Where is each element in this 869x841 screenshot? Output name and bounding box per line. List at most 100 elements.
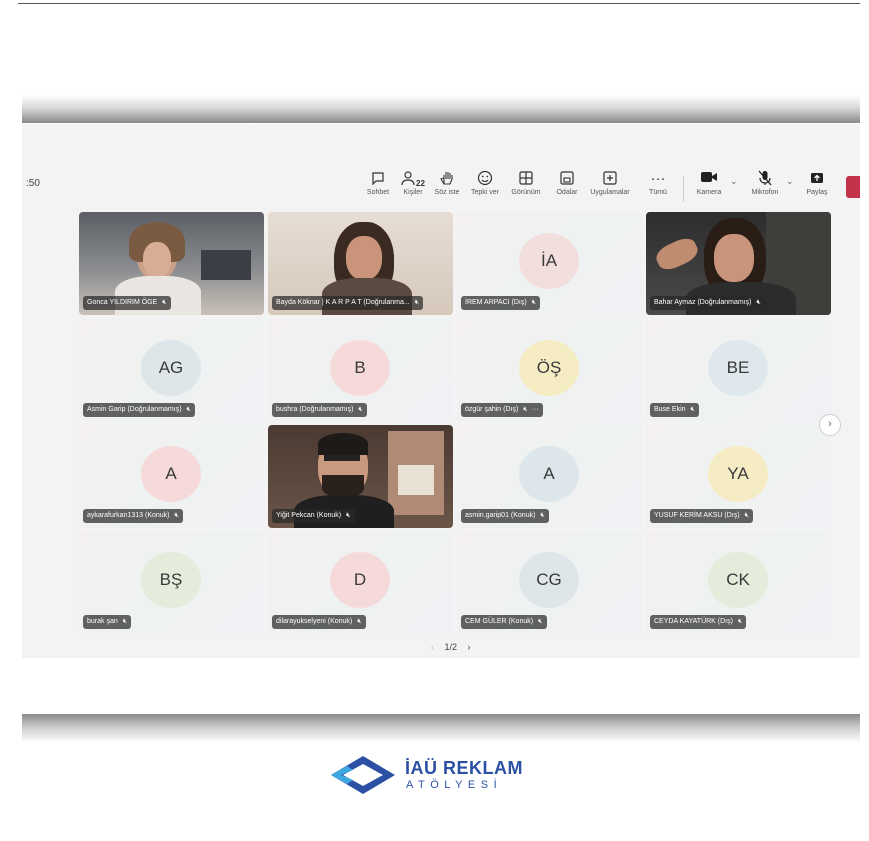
- more-options-icon[interactable]: ···: [532, 406, 539, 413]
- mic-chevron-down-icon[interactable]: ⌄: [786, 176, 794, 187]
- participant-tile[interactable]: CG CEM GÜLER (Konuk) 🔇︎: [457, 531, 642, 634]
- logo-title: İAÜ REKLAM: [405, 758, 523, 778]
- participant-avatar: CK: [708, 552, 768, 608]
- participant-avatar: YA: [708, 446, 768, 502]
- apps-button[interactable]: Uygulamalar: [588, 170, 632, 198]
- participant-tile[interactable]: İA İREM ARPACI (Dış) 🔇︎: [457, 212, 642, 315]
- camera-label: Kamera: [696, 189, 722, 196]
- participant-tile[interactable]: BE Buse Ekin 🔇︎: [646, 319, 831, 422]
- next-page-arrow-icon[interactable]: ›: [819, 414, 841, 436]
- muted-mic-icon: 🔇︎: [122, 618, 128, 625]
- muted-mic-icon: 🔇︎: [357, 618, 362, 625]
- participant-avatar: CG: [519, 552, 579, 608]
- leave-button[interactable]: [846, 176, 860, 198]
- microphone-button[interactable]: Mikrofon: [743, 170, 787, 198]
- react-label: Tepki ver: [470, 189, 499, 196]
- participant-tile[interactable]: Aasmin.garip01 (Konuk) 🔇︎: [457, 425, 642, 528]
- rooms-button[interactable]: Odalar: [545, 170, 589, 198]
- participant-name-label: bushra (Doğrulanmamış) 🔇︎: [272, 403, 367, 417]
- participant-tile[interactable]: YA YUSUF KERİM AKSU (Dış) 🔇︎: [646, 425, 831, 528]
- participant-name: burak şan: [87, 618, 118, 625]
- prev-page-icon[interactable]: ‹: [431, 642, 434, 652]
- participant-avatar: BE: [708, 340, 768, 396]
- more-button[interactable]: ··· Tümü: [636, 170, 680, 198]
- share-label: Paylaş: [806, 189, 828, 196]
- share-button[interactable]: Paylaş: [795, 170, 839, 198]
- participant-name-label: Gonca YILDIRIM ÖGE 🔇︎: [83, 296, 171, 310]
- page-indicator: 1/2: [444, 642, 458, 652]
- muted-mic-icon: 🔇︎: [162, 299, 167, 306]
- participant-name-label: Asmin Garip (Doğrulanmamış) 🔇︎: [83, 403, 195, 417]
- participant-name-label: Yiğit Pekcan (Konuk) 🔇︎: [272, 509, 355, 523]
- participant-tile[interactable]: Bayda Köknar | K A R P A T (Doğrulanma..…: [268, 212, 453, 315]
- participant-tile[interactable]: Yiğit Pekcan (Konuk) 🔇︎: [268, 425, 453, 528]
- participant-tile[interactable]: BŞ burak şan 🔇︎: [79, 531, 264, 634]
- view-label: Görünüm: [511, 189, 541, 196]
- participant-tile[interactable]: Bbushra (Doğrulanmamış) 🔇︎: [268, 319, 453, 422]
- muted-mic-icon: 🔇︎: [756, 299, 761, 306]
- emoji-icon: [463, 170, 507, 188]
- participant-avatar: BŞ: [141, 552, 201, 608]
- participant-name: İREM ARPACI (Dış): [465, 299, 527, 306]
- bottom-shadow-band: [22, 714, 860, 742]
- camera-icon: [687, 170, 731, 188]
- muted-mic-icon: 🔇︎: [358, 406, 363, 413]
- mic-off-icon: [743, 170, 787, 188]
- participant-tile[interactable]: Ddilarayukselyeni (Konuk) 🔇︎: [268, 531, 453, 634]
- participant-tile[interactable]: Gonca YILDIRIM ÖGE 🔇︎: [79, 212, 264, 315]
- participant-name: Asmin Garip (Doğrulanmamış): [87, 406, 182, 413]
- camera-button[interactable]: Kamera: [687, 170, 731, 198]
- muted-mic-icon: 🔇︎: [737, 618, 743, 625]
- apps-label: Uygulamalar: [590, 189, 630, 196]
- microphone-label: Mikrofon: [751, 189, 779, 196]
- participant-avatar: ÖŞ: [519, 340, 579, 396]
- top-shadow-band: [22, 95, 860, 123]
- participant-name-label: YUSUF KERİM AKSU (Dış) 🔇︎: [650, 509, 753, 523]
- participant-name-label: Bayda Köknar | K A R P A T (Doğrulanma..…: [272, 296, 424, 310]
- participant-avatar: AG: [141, 340, 201, 396]
- muted-mic-icon: 🔇︎: [690, 406, 695, 413]
- participant-avatar: A: [141, 446, 201, 502]
- participant-name: Bahar Aymaz (Doğrulanmamış): [654, 299, 752, 306]
- participant-name: Bayda Köknar | K A R P A T (Doğrulanma..…: [276, 299, 410, 306]
- teams-meeting-window: :50 Sohbet 22 Kişiler Söz iste Tepki ver: [22, 124, 860, 658]
- next-page-icon[interactable]: ›: [468, 642, 471, 652]
- participant-name: YUSUF KERİM AKSU (Dış): [654, 512, 740, 519]
- participant-avatar: A: [519, 446, 579, 502]
- participant-name-label: özgür şahin (Dış) 🔇︎ ···: [461, 403, 543, 417]
- participant-name-label: Buse Ekin 🔇︎: [650, 403, 699, 417]
- participant-avatar: İA: [519, 233, 579, 289]
- participant-tile[interactable]: AG Asmin Garip (Doğrulanmamış) 🔇︎: [79, 319, 264, 422]
- react-button[interactable]: Tepki ver: [463, 170, 507, 198]
- participant-tile[interactable]: CK CEYDA KAYATÜRK (Dış) 🔇︎: [646, 531, 831, 634]
- participant-name-label: asmin.garip01 (Konuk) 🔇︎: [461, 509, 549, 523]
- participant-name: Gonca YILDIRIM ÖGE: [87, 299, 158, 306]
- add-apps-icon: [588, 170, 632, 188]
- participant-name-label: İREM ARPACI (Dış) 🔇︎: [461, 296, 541, 310]
- camera-chevron-down-icon[interactable]: ⌄: [730, 176, 738, 187]
- participant-tile[interactable]: Bahar Aymaz (Doğrulanmamış) 🔇︎: [646, 212, 831, 315]
- participant-avatar: D: [330, 552, 390, 608]
- participant-name: asmin.garip01 (Konuk): [465, 512, 536, 519]
- rooms-icon: [545, 170, 589, 188]
- participant-tile[interactable]: ÖŞ özgür şahin (Dış) 🔇︎ ···: [457, 319, 642, 422]
- iau-reklam-logo: İAÜ REKLAM ATÖLYESİ: [327, 754, 523, 796]
- pagination: ‹ 1/2 ›: [427, 642, 475, 652]
- rooms-label: Odalar: [556, 189, 578, 196]
- more-icon: ···: [650, 170, 666, 187]
- participant-tile[interactable]: Aaykarafurkan1313 (Konuk) 🔇︎: [79, 425, 264, 528]
- participant-avatar: B: [330, 340, 390, 396]
- top-line: [18, 3, 860, 4]
- muted-mic-icon: 🔇︎: [744, 512, 749, 519]
- participant-name: Yiğit Pekcan (Konuk): [276, 512, 342, 519]
- participant-name-label: dilarayukselyeni (Konuk) 🔇︎: [272, 615, 366, 629]
- more-label: Tümü: [649, 189, 667, 196]
- muted-mic-icon: 🔇︎: [540, 512, 545, 519]
- toolbar-separator: [683, 176, 684, 202]
- muted-mic-icon: 🔇︎: [186, 406, 191, 413]
- muted-mic-icon: 🔇︎: [531, 299, 537, 306]
- muted-mic-icon: 🔇︎: [174, 512, 179, 519]
- participant-name: CEM GÜLER (Konuk): [465, 618, 534, 625]
- view-button[interactable]: Görünüm: [504, 170, 548, 198]
- participant-name: aykarafurkan1313 (Konuk): [87, 512, 170, 519]
